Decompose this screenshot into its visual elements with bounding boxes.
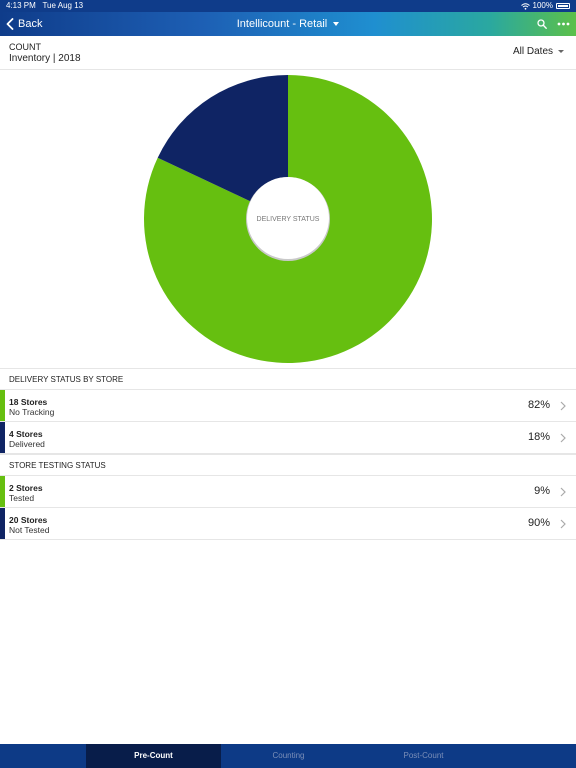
pie-chart: DELIVERY STATUS xyxy=(144,75,433,363)
count-header: COUNT Inventory | 2018 All Dates xyxy=(0,36,576,70)
status-label: No Tracking xyxy=(9,407,55,417)
store-count: 20 Stores xyxy=(9,515,48,525)
testing-section-header: STORE TESTING STATUS xyxy=(0,454,576,476)
status-percent: 82% xyxy=(527,399,550,411)
chart-center-label: DELIVERY STATUS xyxy=(257,216,320,223)
caret-down-icon xyxy=(558,50,564,53)
more-icon[interactable] xyxy=(557,22,570,26)
count-value: Inventory | 2018 xyxy=(9,53,81,64)
wifi-icon xyxy=(520,2,530,10)
status-color-bar xyxy=(0,422,5,453)
status-label: Delivered xyxy=(9,439,45,449)
status-color-bar xyxy=(0,508,5,539)
status-color-bar xyxy=(0,390,5,421)
tab-post-count[interactable]: Post-Count xyxy=(356,744,491,768)
tab-counting[interactable]: Counting xyxy=(221,744,356,768)
chevron-right-icon xyxy=(560,487,566,497)
battery-icon xyxy=(556,3,570,9)
date-filter-label: All Dates xyxy=(512,46,553,57)
chevron-right-icon xyxy=(560,401,566,411)
testing-row-not-tested[interactable]: 20 Stores Not Tested 90% xyxy=(0,508,576,540)
tab-pre-count[interactable]: Pre-Count xyxy=(86,744,221,768)
date-filter-dropdown[interactable]: All Dates xyxy=(513,46,564,57)
delivery-section-header: DELIVERY STATUS BY STORE xyxy=(0,368,576,390)
store-count: 18 Stores xyxy=(9,397,48,407)
testing-row-tested[interactable]: 2 Stores Tested 9% xyxy=(0,476,576,508)
chevron-right-icon xyxy=(560,433,566,443)
page-title: Intellicount - Retail xyxy=(236,18,328,30)
status-percent: 9% xyxy=(534,485,550,497)
status-bar: 4:13 PM Tue Aug 13 100% xyxy=(0,0,576,12)
search-icon[interactable] xyxy=(537,19,547,29)
status-percent: 18% xyxy=(527,431,550,443)
status-time: 4:13 PM xyxy=(6,1,36,10)
chevron-right-icon xyxy=(560,519,566,529)
status-date: Tue Aug 13 xyxy=(42,1,84,10)
delivery-status-chart: DELIVERY STATUS xyxy=(0,70,576,368)
nav-bar: Back Intellicount - Retail xyxy=(0,12,576,36)
app-title-dropdown[interactable]: Intellicount - Retail xyxy=(0,12,576,36)
caret-down-icon xyxy=(333,22,340,26)
status-label: Not Tested xyxy=(9,525,50,535)
count-label: COUNT xyxy=(9,42,41,52)
status-color-bar xyxy=(0,476,5,507)
status-label: Tested xyxy=(9,493,35,503)
status-percent: 90% xyxy=(527,517,550,529)
battery-percent: 100% xyxy=(532,1,553,10)
store-count: 2 Stores xyxy=(9,483,43,493)
bottom-tab-bar: Pre-Count Counting Post-Count xyxy=(0,744,576,768)
delivery-row-no-tracking[interactable]: 18 Stores No Tracking 82% xyxy=(0,390,576,422)
store-count: 4 Stores xyxy=(9,429,43,439)
delivery-row-delivered[interactable]: 4 Stores Delivered 18% xyxy=(0,422,576,454)
